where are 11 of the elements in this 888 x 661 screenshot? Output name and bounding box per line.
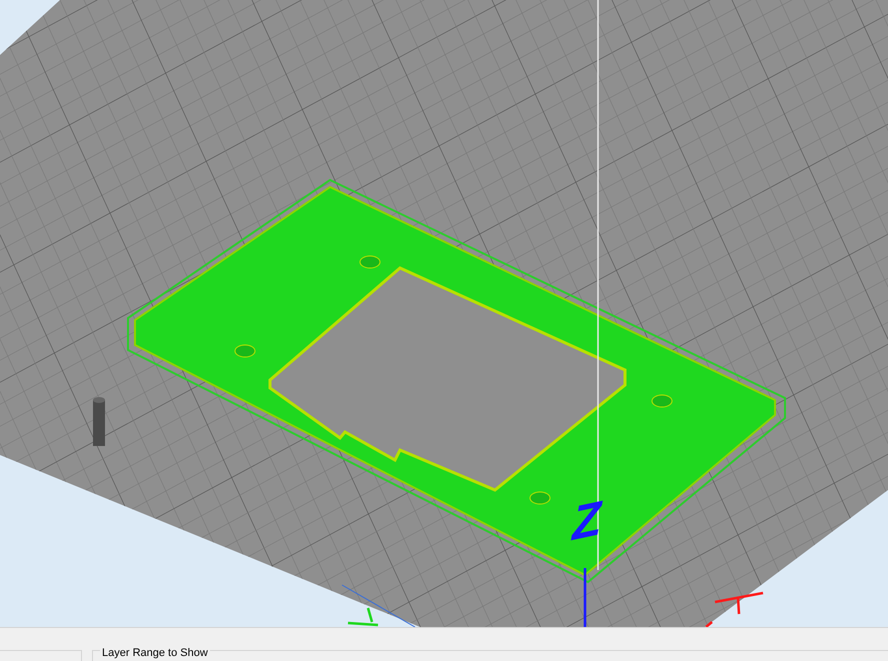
- cylinder-peg: [93, 397, 105, 446]
- x-axis-marker: [705, 592, 764, 627]
- mounting-hole-icon: [530, 492, 550, 504]
- group-title: Layer Range to Show: [100, 646, 210, 660]
- z-axis-line: [584, 568, 586, 627]
- 3d-viewport[interactable]: Z: [0, 0, 888, 627]
- z-axis-label: Z: [572, 494, 602, 550]
- mounting-hole-icon: [360, 256, 380, 268]
- y-axis-marker: [348, 608, 378, 626]
- mounting-hole-icon: [652, 394, 672, 408]
- mounting-hole-icon: [234, 344, 256, 358]
